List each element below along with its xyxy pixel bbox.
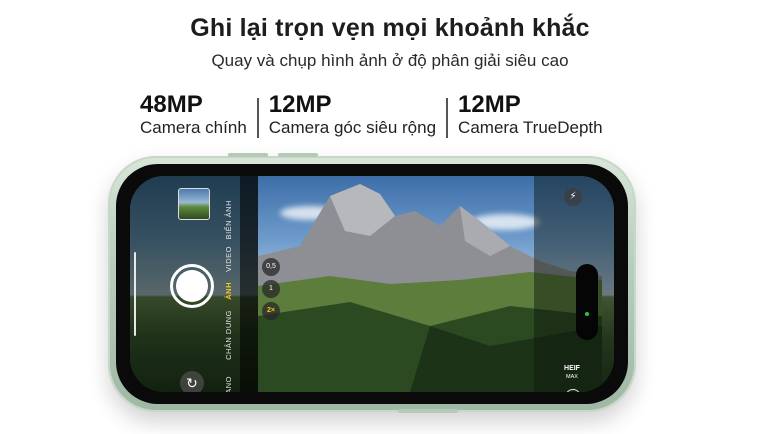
- camera-modes: BIỂN ẢNH VIDEO ẢNH CHÂN DUNG PANO: [224, 200, 240, 392]
- spec-ultrawide-camera: 12MP Camera góc siêu rộng: [269, 92, 436, 138]
- phone-side-button: [228, 153, 268, 157]
- zoom-1[interactable]: 1: [262, 280, 280, 298]
- zoom-0-5[interactable]: 0,5: [262, 258, 280, 276]
- heif-max-toggle[interactable]: HEIF MAX: [558, 364, 586, 382]
- right-overlay: [534, 176, 614, 392]
- mode-video[interactable]: VIDEO: [224, 246, 233, 272]
- format-sub-label: MAX: [566, 374, 578, 380]
- last-photo-thumbnail[interactable]: [178, 188, 210, 220]
- flash-icon[interactable]: ⚡: [564, 188, 582, 206]
- phone-side-button: [278, 153, 318, 157]
- spec-label: Camera góc siêu rộng: [268, 118, 437, 137]
- camera-specs: 48MP Camera chính 12MP Camera góc siêu r…: [140, 92, 603, 140]
- mode-pano[interactable]: PANO: [224, 376, 233, 392]
- zoom-2[interactable]: 2×: [262, 302, 280, 320]
- camera-indicator-dot: [585, 312, 589, 316]
- mode-portrait[interactable]: CHÂN DUNG: [224, 310, 233, 360]
- spec-divider: [446, 98, 449, 138]
- shutter-button[interactable]: [170, 264, 214, 308]
- spec-label: Camera chính: [140, 118, 247, 137]
- mode-photo[interactable]: ẢNH: [224, 282, 233, 300]
- spec-value: 12MP: [458, 91, 521, 118]
- page-subheadline: Quay và chụp hình ảnh ở độ phân giải siê…: [211, 51, 569, 70]
- format-label: HEIF: [564, 365, 580, 372]
- dynamic-island: [576, 264, 598, 340]
- spec-truedepth-camera: 12MP Camera TrueDepth: [458, 92, 603, 138]
- camera-screen: ↻ BIỂN ẢNH VIDEO ẢNH CHÂN DUNG PANO 0,5 …: [130, 176, 614, 392]
- spec-value: 12MP: [268, 91, 332, 118]
- spec-main-camera: 48MP Camera chính: [140, 92, 247, 138]
- spec-value: 48MP: [140, 91, 203, 118]
- mode-strip: [240, 176, 258, 392]
- mode-slomo[interactable]: BIỂN ẢNH: [224, 200, 233, 239]
- phone-bezel: ↻ BIỂN ẢNH VIDEO ẢNH CHÂN DUNG PANO 0,5 …: [116, 164, 628, 404]
- phone-side-button: [398, 409, 458, 413]
- spec-divider: [256, 98, 259, 138]
- page-headline: Ghi lại trọn vẹn mọi khoảnh khắc: [190, 14, 590, 42]
- home-indicator: [134, 252, 136, 336]
- flip-camera-icon[interactable]: ↻: [180, 371, 204, 392]
- spec-label: Camera TrueDepth: [458, 118, 603, 137]
- phone-image: ↻ BIỂN ẢNH VIDEO ẢNH CHÂN DUNG PANO 0,5 …: [108, 153, 636, 413]
